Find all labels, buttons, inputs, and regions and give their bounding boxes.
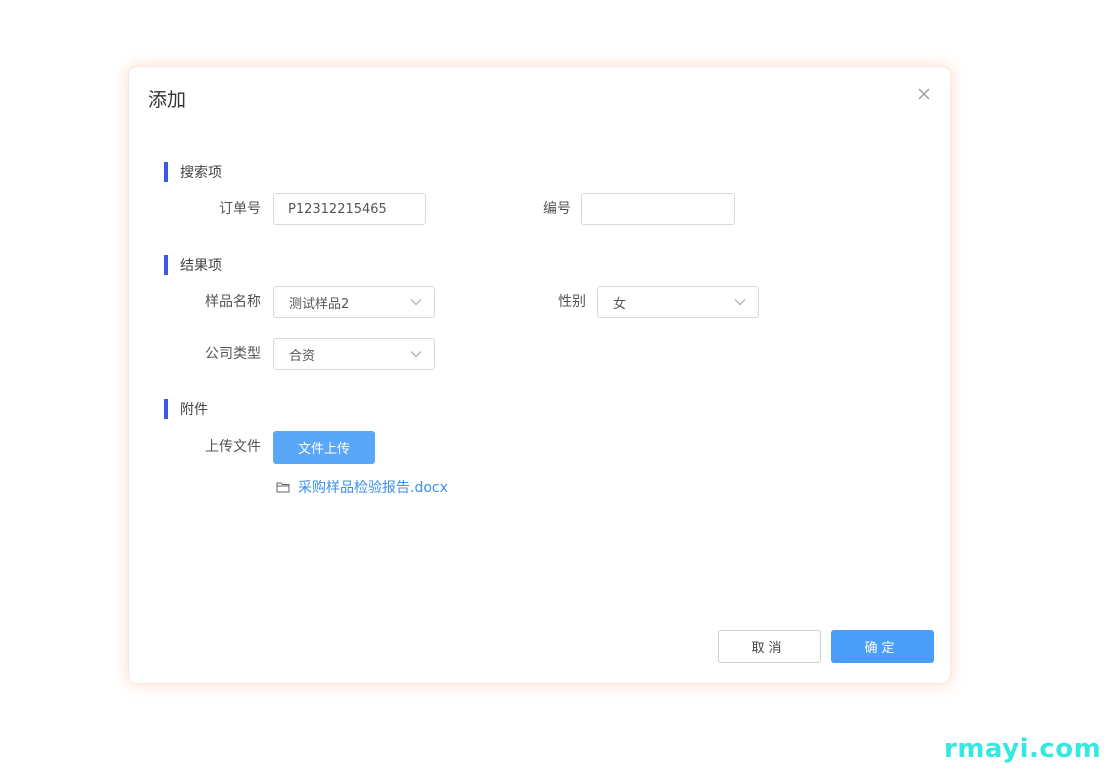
folder-icon xyxy=(276,482,290,493)
code-label: 编号 xyxy=(543,201,571,217)
gender-value: 女 xyxy=(613,296,627,312)
chevron-down-icon xyxy=(410,299,422,306)
watermark-logo: rmayi.com xyxy=(944,734,1102,764)
section-attachment-title: 附件 xyxy=(180,402,208,418)
file-upload-button[interactable]: 文件上传 xyxy=(273,431,375,464)
confirm-button[interactable]: 确定 xyxy=(831,630,934,663)
company-type-label: 公司类型 xyxy=(205,346,261,362)
add-dialog: 添加 搜索项 订单号 编号 结果项 样品名称 测试样品2 性别 女 公司类型 合… xyxy=(129,67,950,683)
cancel-button[interactable]: 取消 xyxy=(718,630,821,663)
sample-name-value: 测试样品2 xyxy=(289,296,350,312)
company-type-value: 合资 xyxy=(289,348,316,364)
chevron-down-icon xyxy=(734,299,746,306)
section-attachment: 附件 xyxy=(164,399,208,419)
close-button[interactable] xyxy=(915,85,933,103)
section-search-title: 搜索项 xyxy=(180,165,222,181)
section-accent-bar xyxy=(164,399,168,419)
section-accent-bar xyxy=(164,162,168,182)
upload-label: 上传文件 xyxy=(205,439,261,455)
section-accent-bar xyxy=(164,255,168,275)
sample-name-select[interactable]: 测试样品2 xyxy=(273,286,435,318)
code-input[interactable] xyxy=(581,193,735,225)
section-search: 搜索项 xyxy=(164,162,222,182)
dialog-title: 添加 xyxy=(148,89,187,111)
section-result-title: 结果项 xyxy=(180,258,222,274)
sample-name-label: 样品名称 xyxy=(205,294,261,310)
file-name-link[interactable]: 采购样品检验报告.docx xyxy=(298,477,448,497)
chevron-down-icon xyxy=(410,351,422,358)
gender-label: 性别 xyxy=(558,294,586,310)
file-list-item[interactable]: 采购样品检验报告.docx xyxy=(276,477,448,497)
company-type-select[interactable]: 合资 xyxy=(273,338,435,370)
order-no-label: 订单号 xyxy=(219,201,261,217)
gender-select[interactable]: 女 xyxy=(597,286,759,318)
section-result: 结果项 xyxy=(164,255,222,275)
close-icon xyxy=(918,88,930,100)
order-no-input[interactable] xyxy=(273,193,426,225)
